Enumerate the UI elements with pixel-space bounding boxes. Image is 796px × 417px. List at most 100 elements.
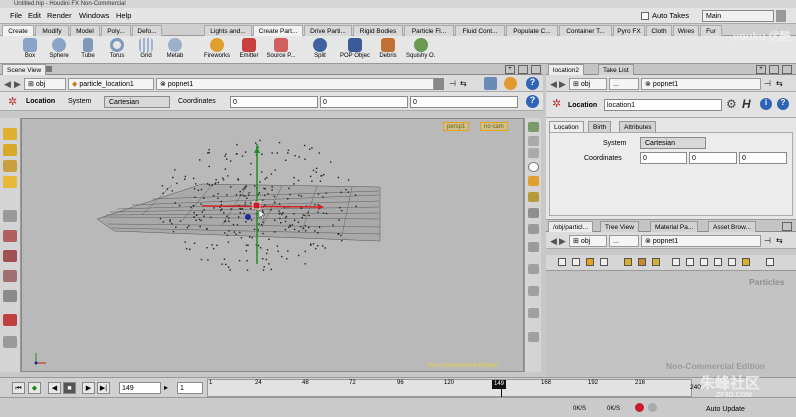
help-icon[interactable]: ? [526, 77, 539, 90]
right-coord-z[interactable]: 0 [739, 152, 787, 164]
snap-tool-icon[interactable] [3, 290, 17, 302]
menu-render[interactable]: Render [47, 11, 72, 20]
right-pane-menu-icon[interactable] [782, 65, 792, 74]
system-dropdown[interactable]: Cartesian [104, 96, 170, 108]
record-icon[interactable] [635, 403, 644, 412]
net-tool-expand-icon[interactable] [714, 258, 722, 266]
tool-emitter[interactable]: Emitter [234, 37, 264, 63]
right-link-icon[interactable]: ⇆ [776, 79, 783, 88]
net-back-icon[interactable]: ◀ [550, 236, 557, 247]
tool-tube[interactable]: Tube [73, 37, 103, 63]
timeline-ruler[interactable]: 1 24 48 72 96 120 168 192 216 149 [207, 379, 692, 397]
handle-tool-icon[interactable] [3, 176, 17, 188]
tool-debris[interactable]: Debris [373, 37, 403, 63]
tool-box[interactable]: Box [15, 37, 45, 63]
normals-icon[interactable] [528, 264, 539, 274]
coord-y-field[interactable]: 0 [320, 96, 408, 108]
net-tool-zoom-icon[interactable] [766, 258, 774, 266]
desktop-dropdown-icon[interactable] [776, 10, 786, 22]
tool-squishy[interactable]: Squishy O... [406, 37, 436, 63]
step-back-key-button[interactable]: ◆ [28, 382, 41, 394]
tab-location2[interactable]: location2 [548, 64, 585, 75]
grid-display-icon[interactable] [528, 224, 539, 234]
shelf-tab-fur[interactable]: Fur [700, 25, 722, 36]
bottom-pane-menu-icon[interactable] [782, 222, 792, 231]
right-path-net[interactable]: ⊗ popnet1 [641, 78, 761, 90]
link-icon[interactable]: ⇆ [460, 79, 467, 88]
net-link-icon[interactable]: ⇆ [776, 236, 783, 245]
tab-asset-browser[interactable]: Asset Brow... [708, 221, 756, 232]
tool-metaball[interactable]: Metab [160, 37, 190, 63]
jump-start-button[interactable]: ⏮ [12, 382, 25, 394]
point-display-icon[interactable] [528, 162, 539, 172]
bg-image-icon[interactable] [528, 208, 539, 218]
h-icon[interactable]: H [742, 97, 751, 111]
right-forward-icon[interactable]: ▶ [559, 79, 566, 90]
parm-tab-birth[interactable]: Birth [588, 121, 612, 132]
tab-network[interactable]: /obj/particl... [548, 221, 594, 232]
sim-icon[interactable] [648, 403, 657, 412]
right-pin-icon[interactable]: ⊣ [764, 79, 771, 88]
shelf-tab-lights[interactable]: Lights and... [204, 25, 252, 36]
net-tool-grid-icon[interactable] [652, 258, 660, 266]
tool-sphere[interactable]: Sphere [44, 37, 74, 63]
menu-help[interactable]: Help [116, 11, 131, 20]
shelf-tab-fluid-containers[interactable]: Fluid Cont... [455, 25, 505, 36]
right-help-icon[interactable]: ? [777, 98, 789, 110]
select-tool-icon[interactable] [3, 128, 17, 140]
right-system-dropdown[interactable]: Cartesian [640, 137, 706, 149]
step-arrow-icon[interactable]: ▸ [164, 383, 168, 392]
net-path-obj[interactable]: ⊞ obj [569, 235, 607, 247]
info-icon[interactable]: i [760, 98, 772, 110]
menu-file[interactable]: File [10, 11, 22, 20]
pin-icon[interactable]: ⊣ [449, 79, 456, 88]
x-axis-handle[interactable] [201, 205, 323, 208]
pane-menu-icon[interactable] [531, 65, 541, 74]
op-name-field[interactable]: location1 [604, 99, 722, 111]
net-tool-note-icon[interactable] [624, 258, 632, 266]
render-tool-icon[interactable] [3, 336, 17, 348]
shelf-tab-drive-particles[interactable]: Drive Parti... [304, 25, 352, 36]
shaded-icon[interactable] [528, 148, 539, 158]
parm-tab-location[interactable]: Location [549, 121, 584, 132]
shelf-tab-pyro-fx[interactable]: Pyro FX [613, 25, 645, 36]
shelf-tab-cloth[interactable]: Cloth [646, 25, 672, 36]
ghost-icon[interactable] [528, 192, 539, 202]
pane-maximize-icon[interactable] [518, 65, 528, 74]
desktop-select[interactable]: Main [702, 10, 774, 22]
coord-x-field[interactable]: 0 [230, 96, 318, 108]
tool-fireworks[interactable]: Fireworks [202, 37, 232, 63]
cube-view-icon[interactable] [484, 77, 497, 90]
tab-take-list[interactable]: Take List [598, 64, 634, 75]
uv-icon[interactable] [528, 286, 539, 296]
path-obj[interactable]: ⊞ obj [24, 78, 66, 90]
shelf-tab-model[interactable]: Model [70, 25, 100, 36]
right-path-mid[interactable]: ... [609, 78, 639, 90]
display-options-icon[interactable] [528, 122, 539, 132]
frame-field[interactable]: 149 [119, 382, 161, 394]
net-tool-flag-icon[interactable] [742, 258, 750, 266]
net-tool-layout-icon[interactable] [672, 258, 680, 266]
step-forward-button[interactable]: ▶| [97, 382, 110, 394]
right-back-icon[interactable]: ◀ [550, 79, 557, 90]
selected-location-point[interactable] [252, 201, 261, 210]
gear-icon[interactable]: ⚙ [726, 97, 737, 111]
net-tool-select-icon[interactable] [558, 258, 566, 266]
right-path-obj[interactable]: ⊞ obj [569, 78, 607, 90]
rotate-tool-icon[interactable] [3, 160, 17, 172]
tool-source-particles[interactable]: Source P... [266, 37, 296, 63]
tab-close-icon[interactable] [46, 66, 52, 72]
back-arrow-icon[interactable]: ◀ [4, 79, 11, 90]
shelf-tab-container-tools[interactable]: Container T... [559, 25, 612, 36]
net-pin-icon[interactable]: ⊣ [764, 236, 771, 245]
parm-tab-attributes[interactable]: Attributes [619, 121, 657, 132]
net-tool-collapse-icon[interactable] [728, 258, 736, 266]
parm-help-icon[interactable]: ? [526, 95, 539, 108]
wireframe-icon[interactable] [528, 136, 539, 146]
scene-viewport[interactable]: persp1 no cam Non-Commercial Edition [21, 118, 524, 372]
net-forward-icon[interactable]: ▶ [559, 236, 566, 247]
net-tool-bundle-icon[interactable] [638, 258, 646, 266]
tab-scene-view[interactable]: Scene View [2, 64, 47, 75]
net-path-mid[interactable]: ... [609, 235, 639, 247]
right-pane-maximize-icon[interactable] [769, 65, 779, 74]
